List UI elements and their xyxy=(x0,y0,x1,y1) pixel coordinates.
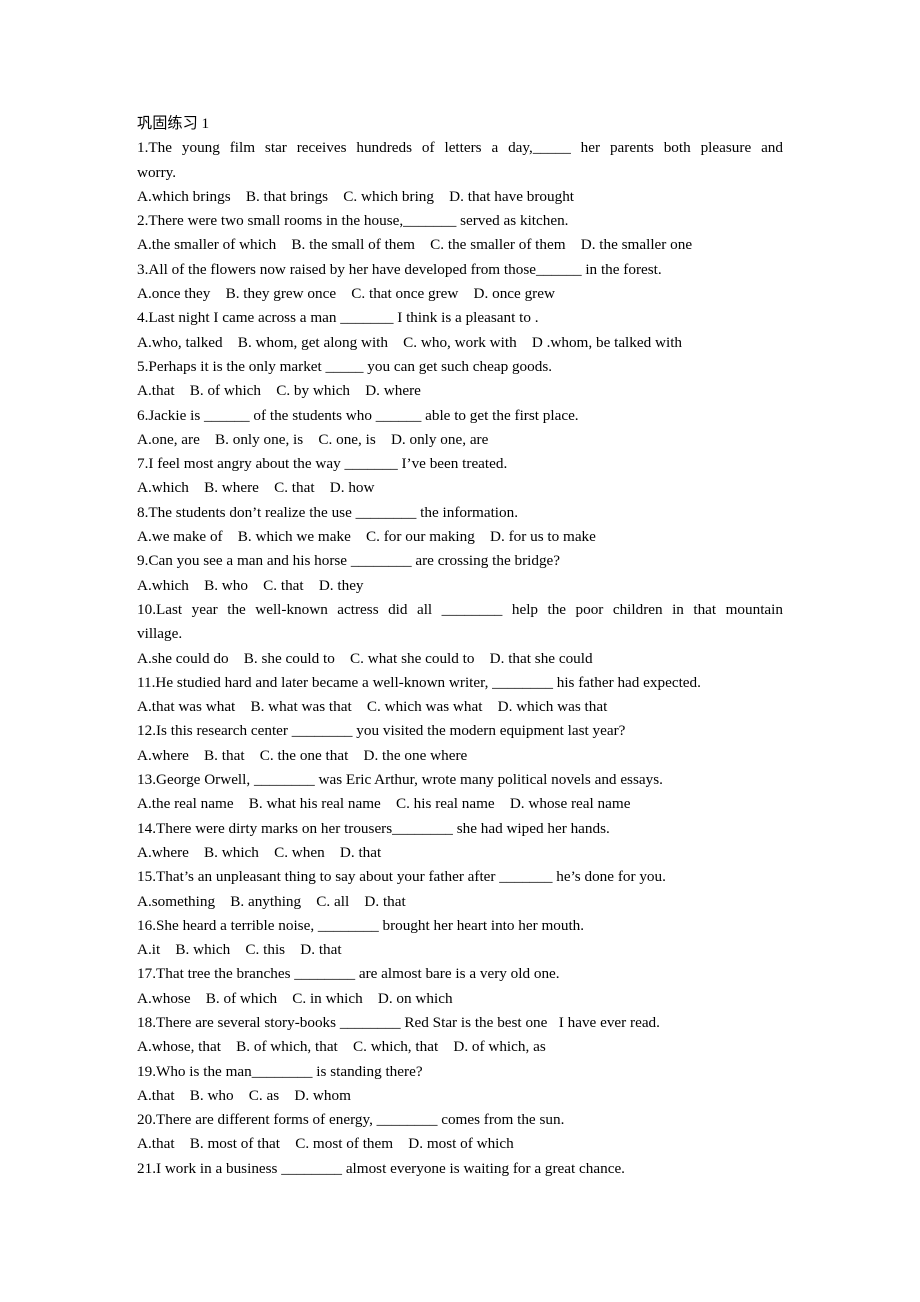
question-number: 16. xyxy=(137,916,156,934)
question-stem: 17.That tree the branches ________ are a… xyxy=(137,962,783,986)
question-number: 2. xyxy=(137,212,149,230)
question-stem: 3.All of the flowers now raised by her h… xyxy=(137,258,783,282)
question-text: Last night I came across a man _______ I… xyxy=(148,309,539,327)
question-options: A.where B. which C. when D. that xyxy=(137,843,382,861)
question-text: Is this research center ________ you vis… xyxy=(155,722,626,740)
question-number: 12. xyxy=(137,722,156,740)
question-text: She heard a terrible noise, ________ bro… xyxy=(155,916,585,934)
question-options: A.she could do B. she could to C. what s… xyxy=(137,649,593,667)
question-text: Last year the well-known actress did all… xyxy=(137,600,787,643)
question-text: That’s an unpleasant thing to say about … xyxy=(155,868,666,886)
question-text: There were dirty marks on her trousers__… xyxy=(155,819,610,837)
question-options: A.that was what B. what was that C. whic… xyxy=(137,698,608,716)
question-number: 1. xyxy=(137,139,149,157)
question-stem: 21.I work in a business ________ almost … xyxy=(137,1157,783,1181)
question-text: Who is the man________ is standing there… xyxy=(155,1062,423,1080)
question-number: 14. xyxy=(137,819,156,837)
question-stem: 12.Is this research center ________ you … xyxy=(137,719,783,743)
question-text: There are several story-books ________ R… xyxy=(155,1013,660,1031)
question-text: The young film star receives hundreds of… xyxy=(137,139,787,181)
question-options: A.one, are B. only one, is C. one, is D.… xyxy=(137,430,489,448)
question-number: 21. xyxy=(137,1159,156,1177)
question-options: A.that B. most of that C. most of them D… xyxy=(137,1135,514,1153)
question-number: 4. xyxy=(137,309,149,327)
question-stem: 8.The students don’t realize the use ___… xyxy=(137,501,783,525)
question-text: Perhaps it is the only market _____ you … xyxy=(148,357,553,375)
question-text: He studied hard and later became a well-… xyxy=(155,673,701,691)
question-options: A.something B. anything C. all D. that xyxy=(137,892,406,910)
question-number: 8. xyxy=(137,503,149,521)
question-options: A.whose, that B. of which, that C. which… xyxy=(137,1038,546,1056)
question-number: 15. xyxy=(137,868,156,886)
question-options: A.where B. that C. the one that D. the o… xyxy=(137,746,468,764)
question-stem: 19.Who is the man________ is standing th… xyxy=(137,1060,783,1084)
question-text: There are different forms of energy, ___… xyxy=(155,1111,565,1129)
question-number: 10. xyxy=(137,600,156,618)
question-text: I work in a business ________ almost eve… xyxy=(155,1159,625,1177)
question-number: 5. xyxy=(137,357,149,375)
question-number: 11. xyxy=(137,673,156,691)
question-stem: 13.George Orwell, ________ was Eric Arth… xyxy=(137,768,783,792)
question-stem: 20.There are different forms of energy, … xyxy=(137,1108,783,1132)
question-stem: 15.That’s an unpleasant thing to say abo… xyxy=(137,865,783,889)
question-stem: 2.There were two small rooms in the hous… xyxy=(137,209,783,233)
question-stem: 10.Last year the well-known actress did … xyxy=(137,598,783,647)
question-number: 19. xyxy=(137,1062,156,1080)
question-options: A.that B. who C. as D. whom xyxy=(137,1086,351,1104)
question-options: A.who, talked B. whom, get along with C.… xyxy=(137,333,683,351)
question-text: There were two small rooms in the house,… xyxy=(148,212,569,230)
question-stem: 1.The young film star receives hundreds … xyxy=(137,136,783,185)
question-number: 6. xyxy=(137,406,149,424)
question-text: I feel most angry about the way _______ … xyxy=(148,455,508,473)
document-body: 巩固练习 1 1.The young film star receives hu… xyxy=(137,112,783,1181)
question-options: A.the smaller of which B. the small of t… xyxy=(137,236,693,254)
question-text: That tree the branches ________ are almo… xyxy=(155,965,560,983)
question-stem: 7.I feel most angry about the way ______… xyxy=(137,452,783,476)
document-page: 巩固练习 1 1.The young film star receives hu… xyxy=(0,0,920,1302)
question-stem: 6.Jackie is ______ of the students who _… xyxy=(137,404,783,428)
question-options: A.the real name B. what his real name C.… xyxy=(137,795,631,813)
question-stem: 14.There were dirty marks on her trouser… xyxy=(137,817,783,841)
question-stem: 16.She heard a terrible noise, ________ … xyxy=(137,914,783,938)
question-stem: 18.There are several story-books _______… xyxy=(137,1011,783,1035)
question-text: The students don’t realize the use _____… xyxy=(148,503,519,521)
question-stem: 11.He studied hard and later became a we… xyxy=(137,671,783,695)
question-options: A.which B. who C. that D. they xyxy=(137,576,364,594)
question-options: A.which brings B. that brings C. which b… xyxy=(137,187,575,205)
question-options: A.that B. of which C. by which D. where xyxy=(137,382,421,400)
question-number: 3. xyxy=(137,260,149,278)
question-stem: 4.Last night I came across a man _______… xyxy=(137,306,783,330)
question-text: George Orwell, ________ was Eric Arthur,… xyxy=(155,771,663,789)
question-number: 13. xyxy=(137,771,156,789)
question-stem: 5.Perhaps it is the only market _____ yo… xyxy=(137,355,783,379)
question-stem: 9.Can you see a man and his horse ______… xyxy=(137,549,783,573)
question-number: 18. xyxy=(137,1013,156,1031)
question-number: 17. xyxy=(137,965,156,983)
question-options: A.we make of B. which we make C. for our… xyxy=(137,528,596,546)
question-number: 20. xyxy=(137,1111,156,1129)
document-heading: 巩固练习 1 xyxy=(137,115,210,132)
question-options: A.it B. which C. this D. that xyxy=(137,941,342,959)
question-text: All of the flowers now raised by her hav… xyxy=(148,260,662,278)
question-text: Can you see a man and his horse ________… xyxy=(148,552,561,570)
question-options: A.which B. where C. that D. how xyxy=(137,479,375,497)
question-options: A.whose B. of which C. in which D. on wh… xyxy=(137,989,453,1007)
question-number: 9. xyxy=(137,552,149,570)
question-options: A.once they B. they grew once C. that on… xyxy=(137,285,555,303)
question-number: 7. xyxy=(137,455,149,473)
question-text: Jackie is ______ of the students who ___… xyxy=(148,406,579,424)
